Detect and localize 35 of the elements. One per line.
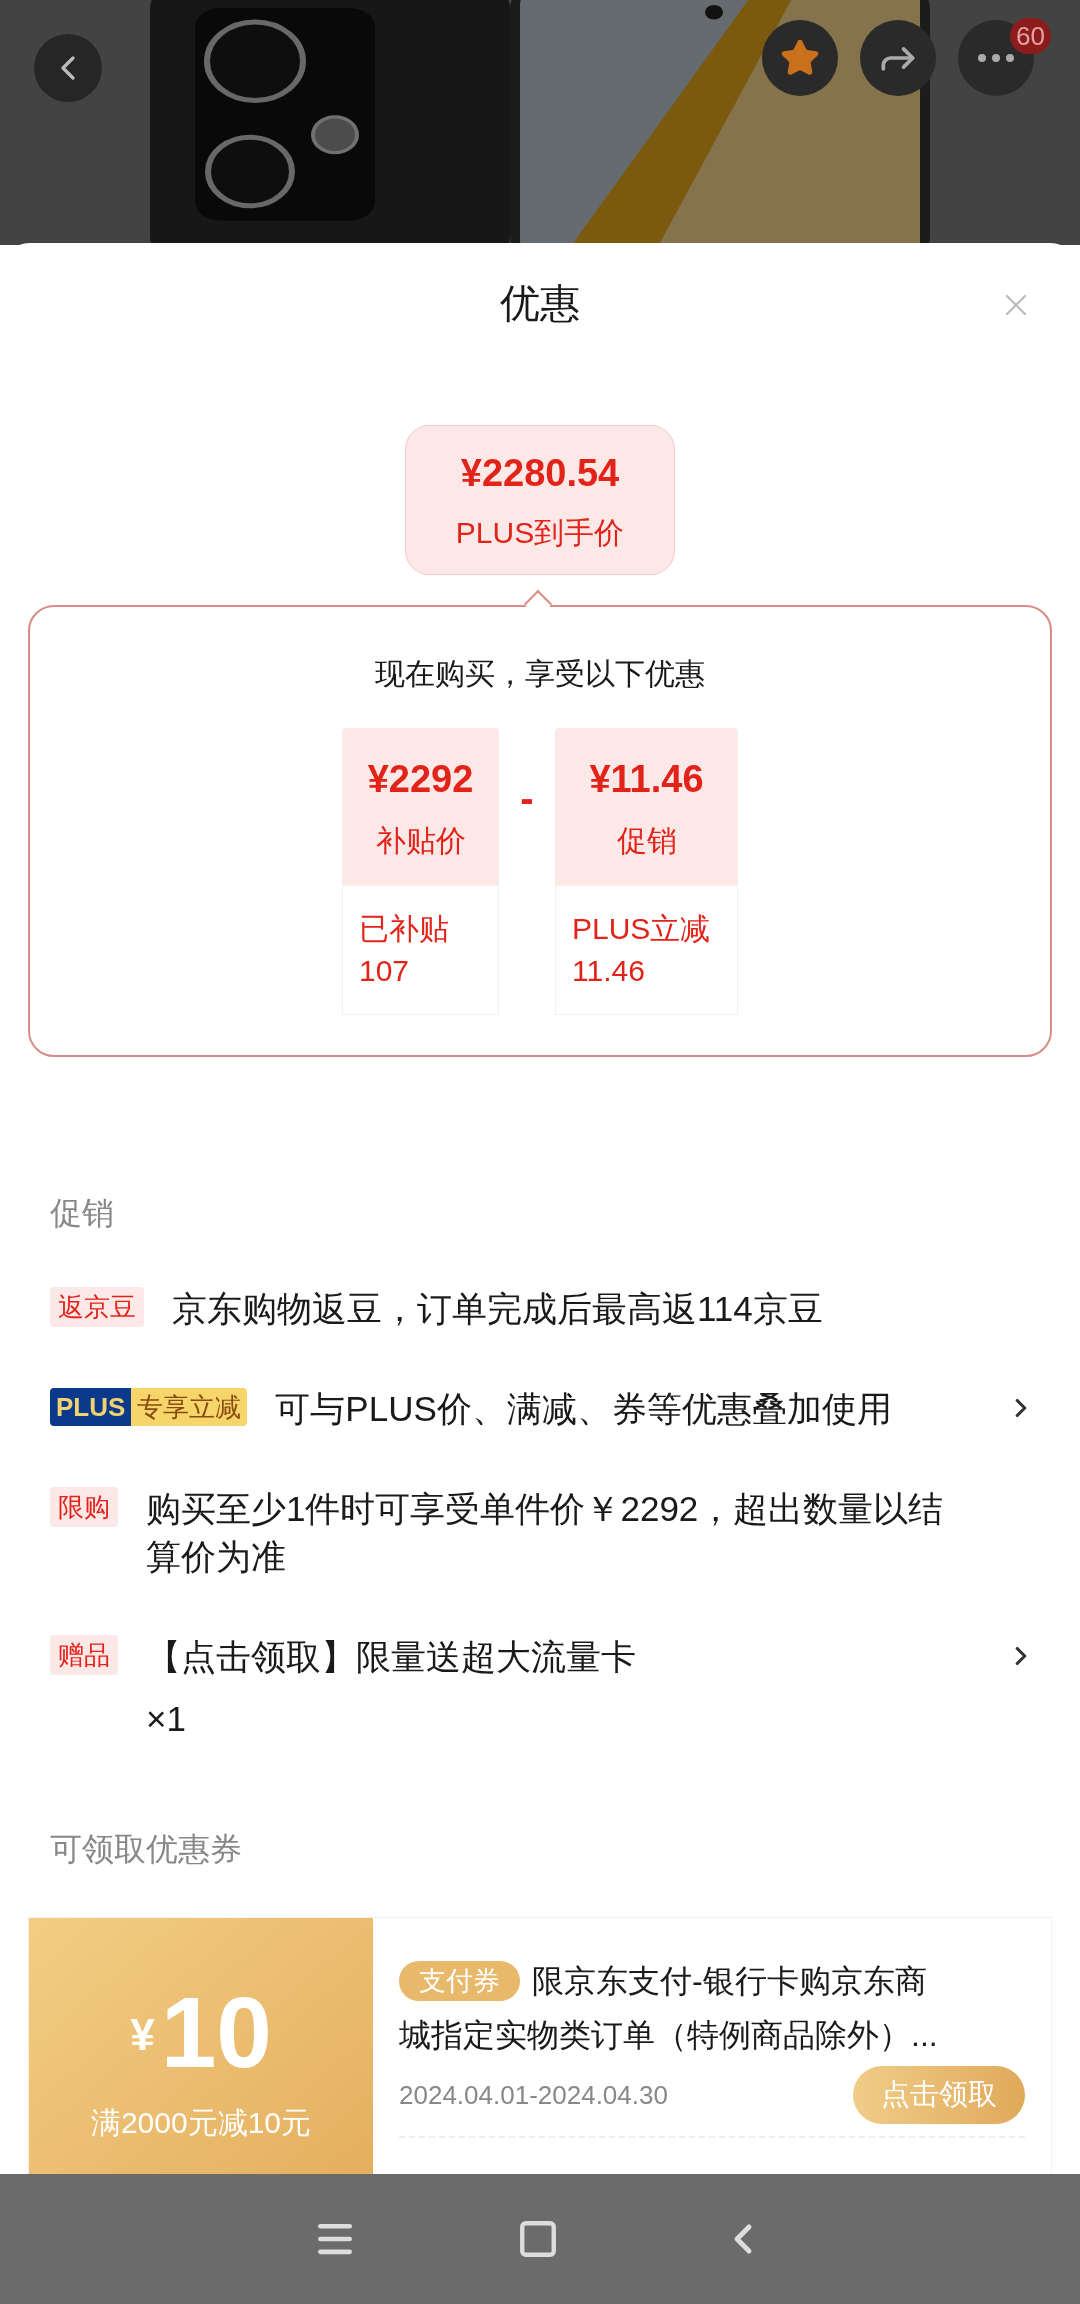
coupon-tag: 支付券	[399, 1961, 520, 2001]
coupon-amount: 10	[160, 1982, 272, 2082]
promo-tag: 赠品	[50, 1635, 118, 1675]
promo-tag: 限购	[50, 1487, 118, 1527]
coupon-description: 城指定实物类订单（特例商品除外）...	[399, 2016, 939, 2055]
more-icon	[978, 54, 1014, 62]
sheet-title: 优惠	[500, 280, 580, 327]
price-label: 补贴价	[375, 822, 466, 859]
final-price: ¥2280.54	[460, 451, 620, 496]
coupon-validity: 2024.04.01-2024.04.30	[399, 2078, 668, 2112]
price-label: 促销	[616, 822, 677, 859]
star-icon	[780, 38, 820, 78]
breakdown-heading: 现在购买，享受以下优惠	[375, 656, 705, 692]
promo-row[interactable]: 返京豆 京东购物返豆，订单完成后最高返114京豆	[50, 1285, 1060, 1333]
minus-sign: -	[519, 775, 535, 822]
price-amount: ¥2292	[367, 756, 474, 802]
promo-quantity: ×1	[146, 1698, 187, 1740]
promo-row[interactable]: 赠品 【点击领取】限量送超大流量卡 ×1	[50, 1633, 1060, 1743]
section-heading: 促销	[50, 1195, 114, 1231]
promo-tag: 返京豆	[50, 1287, 144, 1327]
promo-text: 【点击领取】限量送超大流量卡	[146, 1636, 637, 1678]
detail-text: 已补贴 107	[359, 911, 450, 989]
promo-text: 可与PLUS价、满减、券等优惠叠加使用	[275, 1388, 893, 1430]
promo-text: 购买至少1件时可享受单件价￥2292，超出数量以结算价为准	[146, 1488, 945, 1578]
coupon-condition: 满2000元减10元	[90, 2105, 312, 2141]
section-heading: 可领取优惠券	[50, 1831, 242, 1867]
detail-text: PLUS立减 11.46	[572, 911, 712, 989]
promo-text: 京东购物返豆，订单完成后最高返114京豆	[172, 1288, 824, 1330]
promo-row[interactable]: 限购 购买至少1件时可享受单件价￥2292，超出数量以结算价为准	[50, 1485, 1060, 1581]
promo-row[interactable]: PLUS 专享立减 可与PLUS价、满减、券等优惠叠加使用	[50, 1385, 1060, 1433]
price-amount: ¥11.46	[589, 756, 704, 802]
currency-symbol: ¥	[130, 2009, 155, 2061]
coupon-description: 限京东支付-银行卡购京东商	[532, 1962, 927, 2001]
final-price-label: PLUS到手价	[455, 515, 625, 551]
home-button[interactable]	[517, 2218, 559, 2260]
